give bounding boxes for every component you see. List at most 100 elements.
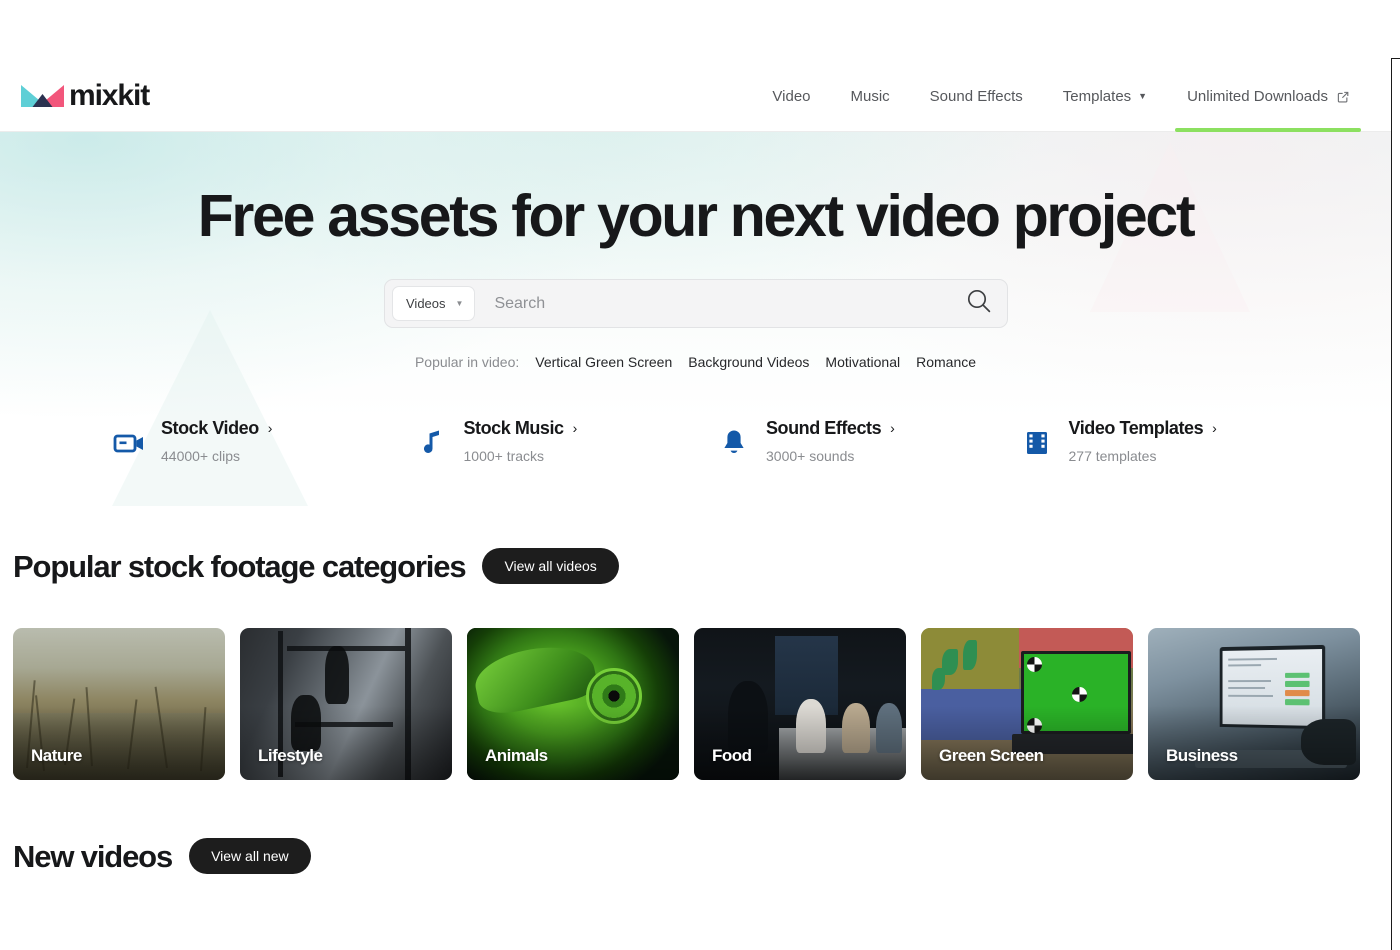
chevron-right-icon: › (1212, 419, 1217, 436)
music-note-icon (415, 426, 449, 460)
nav-label: Video (772, 87, 811, 105)
video-camera-icon (112, 426, 146, 460)
card-label: Green Screen (939, 746, 1044, 765)
category-card-business[interactable]: Business (1148, 628, 1360, 780)
nav-item-music[interactable]: Music (831, 60, 910, 132)
new-videos-section-header: New videos View all new (13, 838, 311, 874)
film-strip-icon (1020, 426, 1054, 460)
card-art-detail (1284, 690, 1310, 697)
quick-links: Stock Video › 44000+ clips Stock Music › (112, 417, 1322, 464)
card-gradient-overlay (13, 706, 225, 780)
quicklink-title: Video Templates › (1069, 417, 1217, 440)
page-title: Free assets for your next video project (197, 183, 1196, 249)
card-gradient-overlay (694, 706, 906, 780)
category-card-nature[interactable]: Nature (13, 628, 225, 780)
card-label: Lifestyle (258, 746, 323, 765)
bell-icon (717, 426, 751, 460)
new-videos-title: New videos (13, 838, 173, 874)
quicklink-subtitle: 277 templates (1068, 447, 1157, 464)
quicklink-video-templates[interactable]: Video Templates › 277 templates (1020, 417, 1323, 464)
quicklink-stock-music[interactable]: Stock Music › 1000+ tracks (415, 417, 718, 464)
nav-label: Unlimited Downloads (1187, 87, 1328, 105)
card-label: Business (1166, 746, 1238, 765)
quicklink-subtitle: 3000+ sounds (766, 447, 855, 464)
card-gradient-overlay (1148, 706, 1360, 780)
popular-tag-motivational[interactable]: Motivational (825, 354, 900, 370)
browser-window-edge-top (1391, 58, 1400, 59)
quicklink-title-text: Video Templates (1068, 418, 1204, 438)
quicklink-title: Sound Effects › (766, 417, 895, 440)
search-type-label: Videos (406, 296, 446, 311)
chevron-down-icon: ▼ (1138, 90, 1148, 101)
popular-searches: Popular in video: Vertical Green Screen … (0, 354, 1391, 370)
card-art-detail (286, 646, 406, 652)
card-art-detail (324, 646, 349, 705)
category-card-grid: Nature Lifestyle Animals Food Green Scre… (13, 628, 1388, 780)
card-art-detail (931, 667, 945, 690)
card-art-detail (1228, 680, 1271, 683)
card-art-detail (1284, 672, 1310, 678)
search-icon (966, 288, 992, 319)
card-art-detail (1284, 681, 1310, 687)
search-input[interactable] (475, 294, 959, 313)
nav-label: Music (850, 87, 890, 105)
popular-tag-vertical-green-screen[interactable]: Vertical Green Screen (535, 354, 672, 370)
quicklink-subtitle: 44000+ clips (161, 447, 241, 464)
search-bar: Videos ▼ (384, 279, 1008, 328)
chevron-right-icon: › (267, 419, 273, 436)
category-card-green-screen[interactable]: Green Screen (921, 628, 1133, 780)
quicklink-title: Stock Video › (161, 417, 272, 440)
card-gradient-overlay (921, 706, 1133, 780)
nav-label: Templates (1062, 87, 1132, 105)
site-header: mixkit Video Music Sound Effects Templat… (0, 60, 1391, 132)
quicklink-title-text: Stock Video (161, 418, 259, 438)
browser-window-edge (1391, 58, 1392, 950)
category-card-food[interactable]: Food (694, 628, 906, 780)
chevron-down-icon: ▼ (455, 299, 464, 308)
card-art-detail (1284, 699, 1310, 706)
categories-title: Popular stock footage categories (13, 548, 467, 584)
card-gradient-overlay (240, 706, 452, 780)
main-navigation: Video Music Sound Effects Templates ▼ Un… (752, 60, 1369, 132)
quicklink-stock-video[interactable]: Stock Video › 44000+ clips (112, 417, 415, 464)
category-card-animals[interactable]: Animals (467, 628, 679, 780)
hero-section: Free assets for your next video project … (0, 132, 1391, 532)
quicklink-sound-effects[interactable]: Sound Effects › 3000+ sounds (717, 417, 1020, 464)
card-art-detail (1228, 687, 1266, 690)
nav-item-templates[interactable]: Templates ▼ (1043, 60, 1167, 132)
hero-decorative-triangle (112, 310, 308, 506)
mixkit-m-logo-icon (20, 83, 65, 109)
chevron-right-icon: › (572, 419, 578, 436)
card-label: Nature (31, 746, 82, 765)
card-art-detail (1228, 663, 1262, 667)
card-label: Animals (485, 746, 548, 765)
popular-label: Popular in video: (414, 354, 520, 370)
nav-item-unlimited-downloads[interactable]: Unlimited Downloads (1167, 60, 1369, 132)
view-all-new-button[interactable]: View all new (189, 838, 311, 874)
quicklink-subtitle: 1000+ tracks (463, 447, 545, 464)
categories-section-header: Popular stock footage categories View al… (13, 548, 619, 584)
search-submit-button[interactable] (959, 284, 999, 324)
tracking-marker-icon (1071, 687, 1087, 703)
mixkit-logo[interactable]: mixkit (20, 78, 150, 112)
external-link-icon (1337, 90, 1349, 103)
tracking-marker-icon (1027, 656, 1042, 672)
popular-tag-background-videos[interactable]: Background Videos (688, 354, 809, 370)
nav-label: Sound Effects (929, 87, 1023, 105)
card-art-detail (1228, 657, 1277, 661)
search-type-dropdown[interactable]: Videos ▼ (392, 286, 476, 321)
quicklink-title-text: Sound Effects (766, 418, 882, 438)
quicklink-title: Stock Music › (463, 417, 578, 440)
card-gradient-overlay (467, 706, 679, 780)
card-label: Food (712, 746, 752, 765)
view-all-videos-button[interactable]: View all videos (482, 548, 619, 584)
popular-tag-romance[interactable]: Romance (916, 354, 976, 370)
page-viewport: mixkit Video Music Sound Effects Templat… (0, 0, 1400, 950)
chevron-right-icon: › (890, 419, 895, 436)
card-art-detail (1228, 694, 1273, 698)
nav-item-sound-effects[interactable]: Sound Effects (910, 60, 1043, 132)
category-card-lifestyle[interactable]: Lifestyle (240, 628, 452, 780)
nav-item-video[interactable]: Video (752, 60, 830, 132)
brand-name: mixkit (69, 78, 150, 112)
quicklink-title-text: Stock Music (463, 418, 565, 438)
